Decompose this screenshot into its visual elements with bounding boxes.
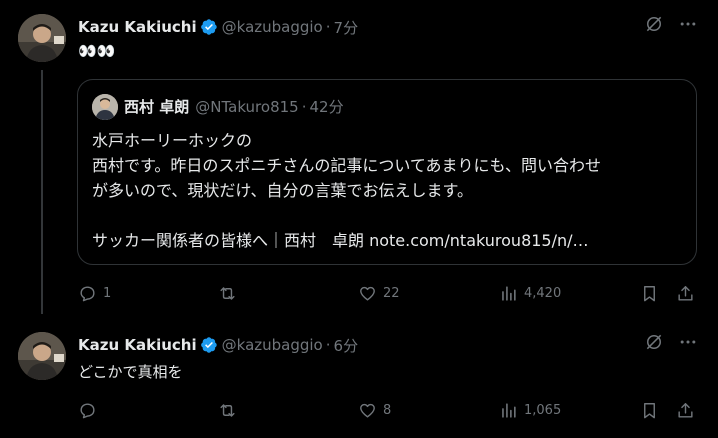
author-handle[interactable]: @kazubaggio	[222, 336, 323, 354]
share-icon	[678, 402, 693, 418]
like-icon	[360, 403, 375, 418]
quoted-header: 西村 卓朗 @NTakuro815 · 42分	[124, 96, 344, 117]
tweet[interactable]: Kazu Kakiuchi @kazubaggio · 6分 どこかで真相を 8…	[0, 316, 718, 438]
tweet-actions: 8 1,065	[78, 397, 700, 423]
verified-badge-icon	[200, 337, 217, 353]
tweet-actions: 1 22 4,420	[78, 280, 700, 306]
avatar-photo-icon	[18, 332, 66, 380]
share-button[interactable]	[676, 397, 695, 423]
author-handle[interactable]: @kazubaggio	[222, 18, 323, 36]
views-count: 4,420	[524, 285, 562, 301]
quoted-text-line: 西村です。昨日のスポニチさんの記事についてあまりにも、問い合わせ	[92, 156, 601, 175]
quoted-timestamp[interactable]: 42分	[310, 96, 344, 117]
like-count: 8	[383, 402, 392, 418]
separator-dot: ·	[301, 97, 307, 116]
reply-count: 1	[103, 285, 112, 301]
tweet[interactable]: Kazu Kakiuchi @kazubaggio · 7分 👀👀 西村 卓朗 …	[0, 0, 718, 316]
more-icon[interactable]	[678, 14, 698, 34]
quoted-text-line	[92, 203, 688, 228]
tweet-header: Kazu Kakiuchi @kazubaggio · 6分	[78, 334, 358, 356]
repost-button[interactable]	[218, 280, 243, 306]
views-button[interactable]: 1,065	[499, 397, 561, 423]
like-icon	[360, 286, 375, 301]
views-count: 1,065	[524, 402, 562, 418]
repost-button[interactable]	[218, 397, 243, 423]
tweet-header-actions	[644, 332, 698, 352]
thread-line	[41, 70, 43, 314]
share-button[interactable]	[676, 280, 695, 306]
tweet-text: 👀👀	[78, 42, 116, 60]
tweet-text: どこかで真相を	[78, 363, 183, 381]
reply-icon	[80, 402, 95, 418]
separator-dot: ·	[325, 336, 331, 354]
views-button[interactable]: 4,420	[499, 280, 561, 306]
reply-button[interactable]	[78, 397, 103, 423]
quoted-avatar[interactable]	[92, 94, 118, 120]
like-count: 22	[383, 285, 400, 301]
timestamp[interactable]: 6分	[334, 335, 359, 356]
quoted-author-name[interactable]: 西村 卓朗	[124, 96, 189, 117]
more-icon[interactable]	[678, 332, 698, 352]
avatar[interactable]	[18, 14, 66, 62]
tweet-header-actions	[644, 14, 698, 34]
author-name[interactable]: Kazu Kakiuchi	[78, 18, 197, 36]
verified-badge-icon	[200, 19, 217, 35]
reply-icon	[80, 285, 95, 301]
quoted-tweet[interactable]: 西村 卓朗 @NTakuro815 · 42分 水戸ホーリーホックの 西村です。…	[77, 79, 697, 265]
like-button[interactable]: 22	[358, 280, 400, 306]
views-icon	[502, 285, 516, 301]
grok-icon[interactable]	[644, 14, 664, 34]
quoted-avatar-photo-icon	[92, 94, 118, 120]
separator-dot: ·	[325, 18, 331, 36]
timestamp[interactable]: 7分	[334, 17, 359, 38]
bookmark-button[interactable]	[640, 280, 659, 306]
bookmark-icon	[644, 402, 655, 418]
repost-icon	[220, 403, 235, 417]
avatar-photo-icon	[18, 14, 66, 62]
bookmark-icon	[644, 285, 655, 301]
like-button[interactable]: 8	[358, 397, 391, 423]
quoted-text-line: が多いので、現状だけ、自分の言葉でお伝えします。	[92, 181, 473, 200]
repost-icon	[220, 286, 235, 300]
grok-icon[interactable]	[644, 332, 664, 352]
quoted-text: 水戸ホーリーホックの 西村です。昨日のスポニチさんの記事についてあまりにも、問い…	[92, 128, 688, 253]
bookmark-button[interactable]	[640, 397, 659, 423]
tweet-header: Kazu Kakiuchi @kazubaggio · 7分	[78, 16, 358, 38]
avatar[interactable]	[18, 332, 66, 380]
quoted-text-line: 水戸ホーリーホックの	[92, 131, 253, 150]
author-name[interactable]: Kazu Kakiuchi	[78, 336, 197, 354]
quoted-text-line: サッカー関係者の皆様へ｜西村 卓朗 note.com/ntakurou815/n…	[92, 231, 589, 250]
views-icon	[502, 402, 516, 418]
quoted-author-handle[interactable]: @NTakuro815	[195, 98, 298, 116]
share-icon	[678, 285, 693, 301]
reply-button[interactable]: 1	[78, 280, 111, 306]
